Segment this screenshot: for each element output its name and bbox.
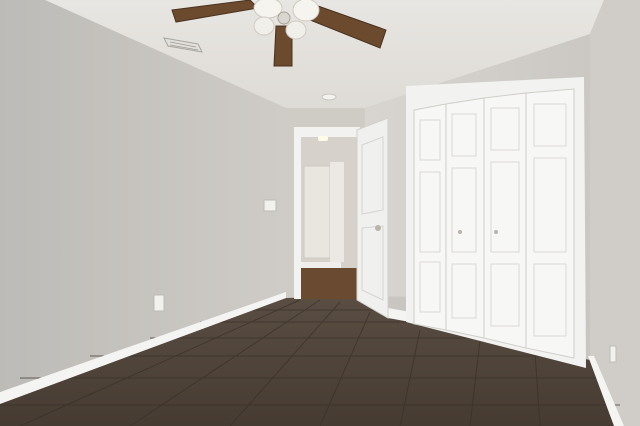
room-illustration	[0, 0, 640, 426]
fan-hub	[277, 11, 291, 25]
fan-light-globe	[285, 20, 307, 40]
fan-light-globe	[253, 0, 283, 19]
smoke-detector	[321, 93, 337, 101]
door-knob	[375, 225, 381, 231]
hallway-door-trim	[330, 162, 344, 262]
closet-knob-left	[458, 230, 462, 234]
fan-light-globe	[292, 0, 320, 22]
closet-door-left-outer	[413, 103, 447, 331]
hallway-floor	[301, 268, 357, 299]
closet-knob-right	[494, 230, 498, 234]
hallway-ceiling-light	[318, 136, 328, 141]
light-switch	[263, 199, 277, 212]
closet-door-right-inner	[483, 92, 527, 349]
power-outlet	[153, 294, 165, 312]
bedroom-photo	[0, 0, 640, 426]
fan-light-globe	[253, 16, 275, 36]
hall-baseboard	[301, 262, 341, 268]
right-wall-outlet	[609, 345, 617, 363]
closet-door-right-outer	[525, 88, 575, 359]
hallway-door	[303, 165, 331, 259]
